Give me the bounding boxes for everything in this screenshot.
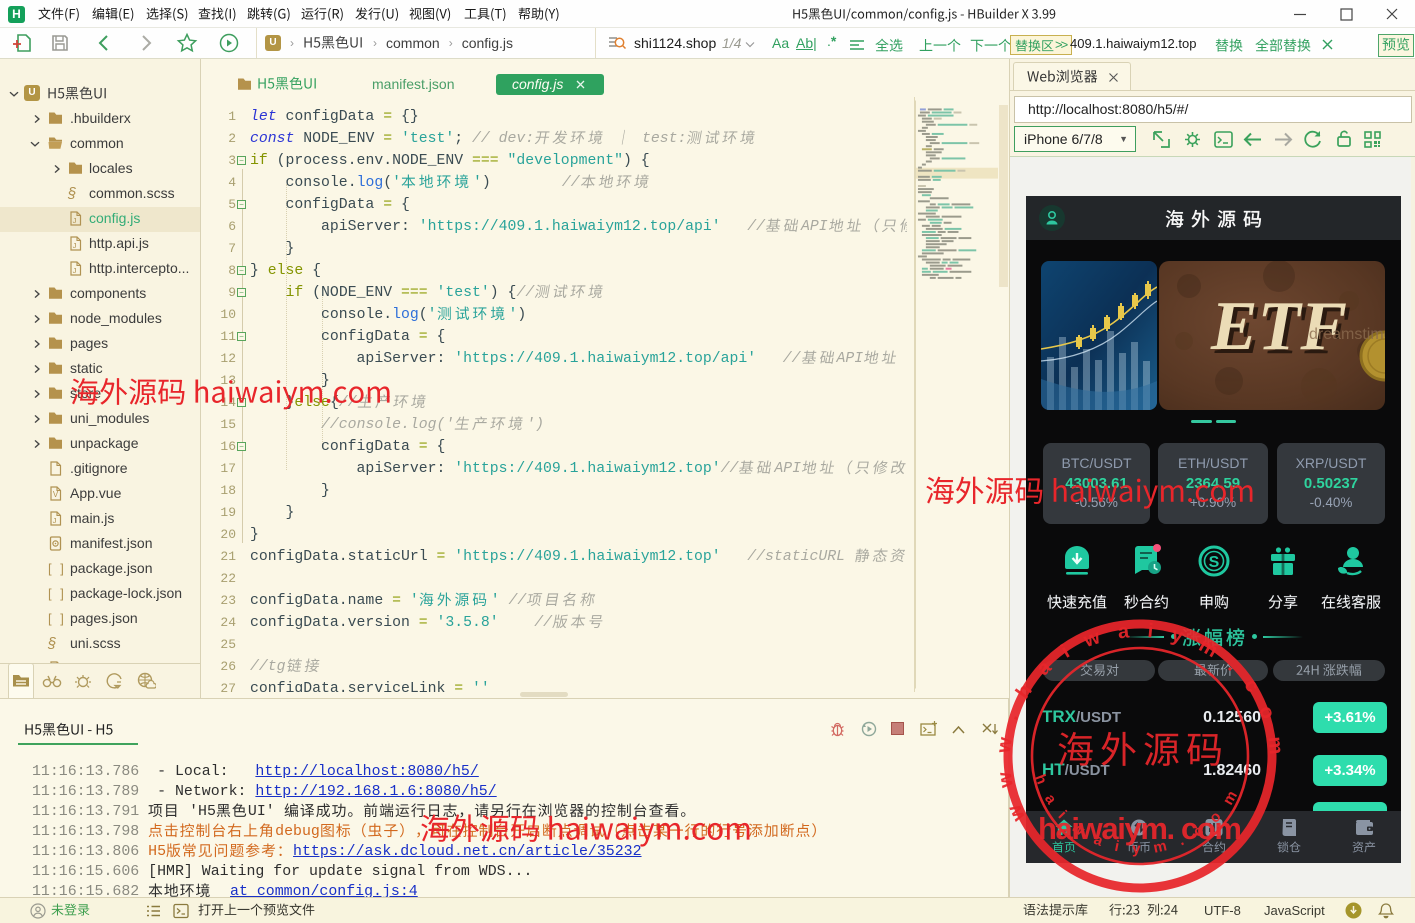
svg-text:J: J <box>53 516 57 525</box>
svg-text:J: J <box>73 266 77 275</box>
svg-text:S: S <box>1209 554 1220 571</box>
svg-text:V: V <box>53 490 59 499</box>
svg-text:J: J <box>73 216 77 225</box>
svg-text:J: J <box>73 241 77 250</box>
svg-text:dreamstime: dreamstime <box>1309 326 1385 343</box>
svg-text:haiwaiym. com: haiwaiym. com <box>1038 811 1242 846</box>
